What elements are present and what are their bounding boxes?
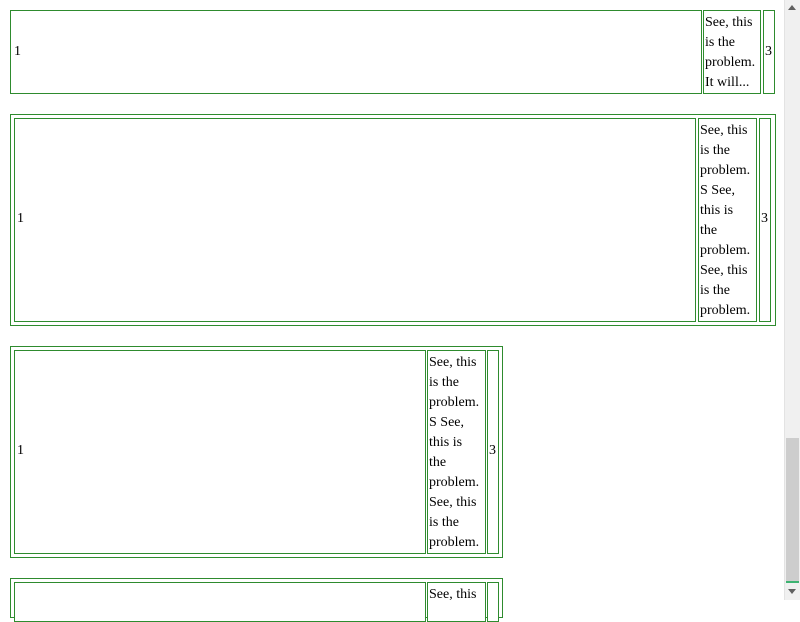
row-1-right-cell: 3 (763, 10, 775, 94)
row-2-left-number: 1 (17, 211, 24, 226)
row-3-middle-text: See, this is the problem. S See, this is… (429, 355, 480, 550)
row-3-left-number: 1 (17, 443, 24, 458)
row-1-left-cell: 1 (10, 10, 702, 94)
arrow-up-icon (788, 5, 796, 10)
row-2-right-cell: 3 (759, 118, 771, 322)
row-1-left-number: 1 (14, 44, 21, 59)
scroll-down-button[interactable] (785, 584, 800, 600)
row-2-right-number: 3 (761, 211, 768, 226)
row-2-middle-cell: See, this is the problem. S See, this is… (698, 118, 757, 322)
row-3-right-cell: 3 (487, 350, 499, 554)
row-4-right-cell (487, 582, 499, 622)
row-3-table: 1 See, this is the problem. S See, this … (10, 346, 503, 558)
row-4-middle-text: See, this (429, 587, 477, 602)
row-3-middle-cell: See, this is the problem. S See, this is… (427, 350, 486, 554)
row-1-right-number: 3 (765, 44, 772, 59)
row-3-right-number: 3 (489, 443, 496, 458)
arrow-down-icon (788, 589, 796, 594)
row-2-left-cell: 1 (14, 118, 696, 322)
row-2-table: 1 See, this is the problem. S See, this … (10, 114, 776, 326)
row-3-left-cell: 1 (14, 350, 426, 554)
scrollbar-thumb[interactable] (786, 438, 799, 582)
row-4-middle-cell: See, this (427, 582, 486, 622)
scroll-up-button[interactable] (785, 0, 800, 16)
row-2-middle-text: See, this is the problem. S See, this is… (700, 123, 751, 318)
row-4-left-cell (14, 582, 426, 622)
row-4-table: See, this (10, 578, 503, 622)
row-1-middle-text: See, this is the problem. It will... (705, 15, 756, 90)
row-1-middle-cell: See, this is the problem. It will... (703, 10, 761, 94)
scrollbar-highlight (786, 581, 799, 583)
vertical-scrollbar[interactable] (784, 0, 800, 600)
